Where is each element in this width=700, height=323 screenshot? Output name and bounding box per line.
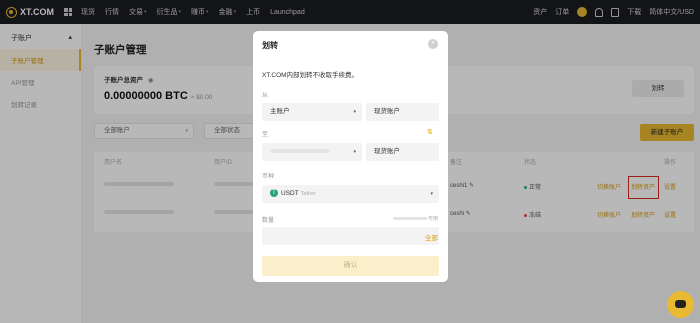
to-account-select[interactable]: ▾	[262, 143, 362, 161]
amount-label: 数量	[262, 218, 275, 224]
chevron-down-icon: ▾	[353, 149, 356, 155]
from-label: 从	[262, 93, 269, 99]
max-amount-button[interactable]: 全部	[425, 232, 438, 242]
fee-note: XT.COM内部划转不收取手续费。	[262, 72, 359, 79]
to-wallet-value: 现货账户	[374, 148, 400, 155]
from-account-value: 主账户	[270, 108, 290, 115]
modal-title: 划转	[262, 41, 278, 50]
usdt-icon: T	[270, 189, 278, 198]
from-wallet-value: 现货账户	[374, 108, 400, 115]
transfer-modal: 划转 × XT.COM内部划转不收取手续费。 从 主账户 ▾ 现货账户 至 ⇅ …	[253, 31, 448, 282]
to-label: 至	[262, 132, 269, 138]
coin-symbol: USDT	[281, 190, 299, 197]
coin-label: 币种	[262, 174, 275, 180]
chevron-down-icon: ▾	[353, 109, 356, 115]
chevron-down-icon: ▾	[430, 191, 433, 197]
confirm-button[interactable]: 确认	[262, 256, 439, 276]
from-account-select[interactable]: 主账户 ▾	[262, 103, 362, 121]
from-wallet-select[interactable]: 现货账户	[366, 103, 439, 121]
amount-input[interactable]	[262, 227, 439, 245]
chat-support-icon[interactable]	[667, 291, 694, 318]
to-wallet-select[interactable]: 现货账户	[366, 143, 439, 161]
to-account-value	[270, 149, 330, 154]
coin-select[interactable]: T USDT Tether ▾	[262, 185, 439, 203]
available-balance: 可用	[392, 215, 438, 222]
available-suffix: 可用	[427, 216, 438, 222]
swap-icon[interactable]: ⇅	[427, 128, 433, 136]
coin-name: Tether	[300, 191, 316, 197]
close-icon[interactable]: ×	[428, 39, 438, 49]
